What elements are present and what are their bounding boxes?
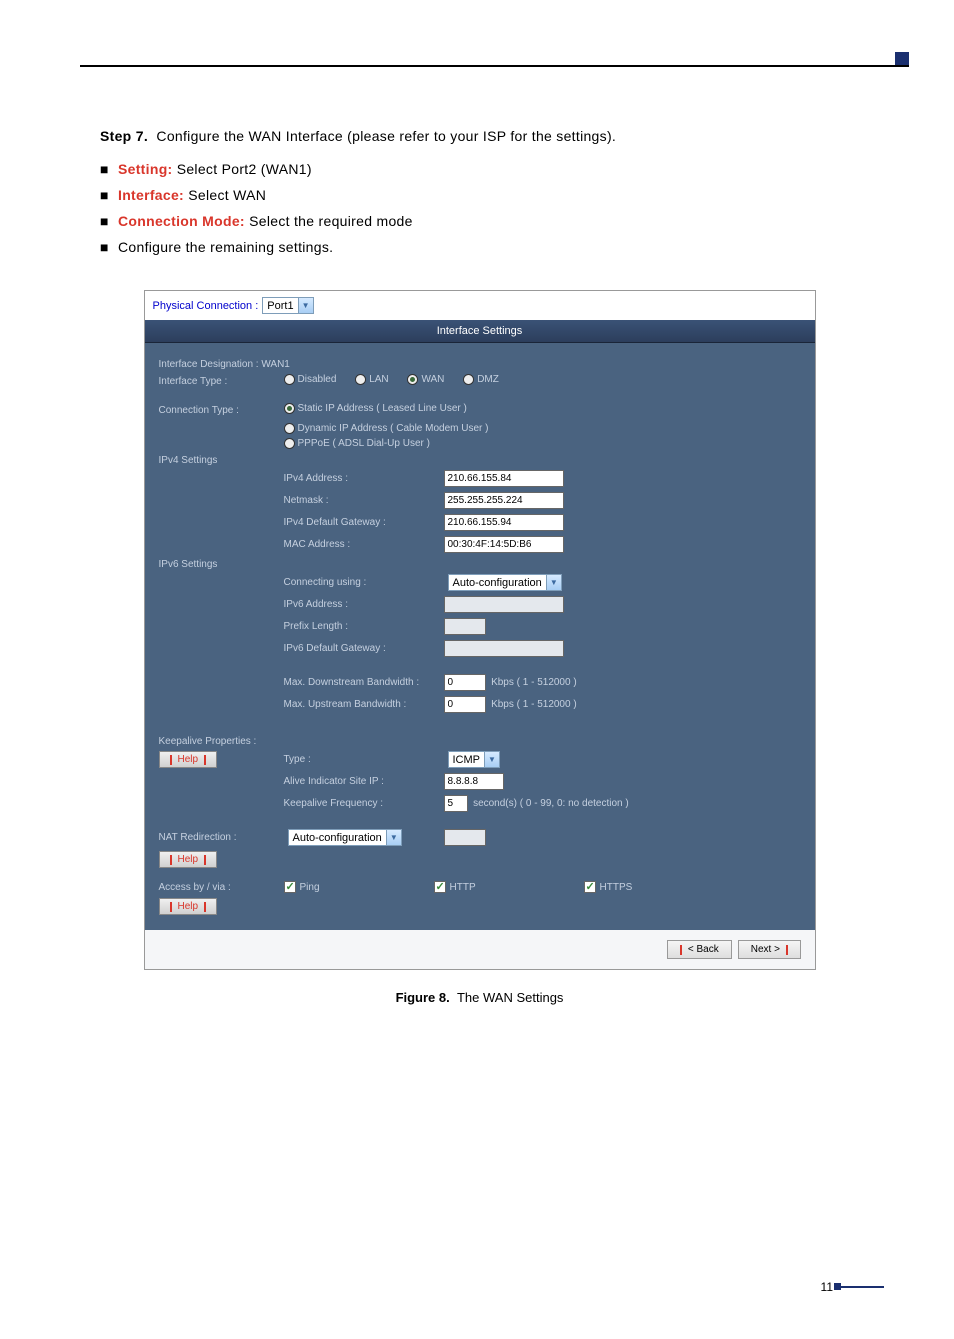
conntype-dynamic[interactable]: Dynamic IP Address ( Cable Modem User ) [284, 423, 801, 434]
access-by-via-label: Access by / via : [159, 882, 284, 893]
keepalive-label: Keepalive Properties : [159, 736, 801, 747]
interface-settings-header: Interface Settings [145, 320, 815, 343]
ipv6-connecting-select[interactable]: Auto-configuration ▼ [448, 574, 562, 591]
conntype-pppoe[interactable]: PPPoE ( ADSL Dial-Up User ) [284, 438, 801, 449]
downstream-bw-input[interactable] [444, 674, 486, 691]
prefix-length-input[interactable] [444, 618, 486, 635]
iftype-dmz[interactable]: DMZ [463, 374, 499, 385]
next-button[interactable]: Next > [738, 940, 801, 959]
upstream-bw-label: Max. Upstream Bandwidth : [284, 699, 444, 710]
keepalive-freq-label: Keepalive Frequency : [284, 798, 444, 809]
nat-value-input[interactable] [444, 829, 486, 846]
ipv6-address-input[interactable] [444, 596, 564, 613]
chevron-down-icon: ▼ [298, 298, 313, 313]
ipv4-gateway-label: IPv4 Default Gateway : [284, 517, 444, 528]
access-ping[interactable]: Ping [284, 881, 434, 893]
nat-redirection-label: NAT Redirection : [159, 832, 284, 843]
chevron-down-icon: ▼ [546, 575, 561, 590]
interface-designation: Interface Designation : WAN1 [159, 359, 801, 370]
ipv4-gateway-input[interactable] [444, 514, 564, 531]
bullet-remaining: ■Configure the remaining settings. [100, 239, 859, 255]
mac-address-label: MAC Address : [284, 539, 444, 550]
keepalive-type-select[interactable]: ICMP ▼ [448, 751, 501, 768]
page-number: 11 [821, 1280, 884, 1294]
help-button-keepalive[interactable]: Help [159, 751, 218, 768]
bullet-connection-mode: ■Connection Mode: Select the required mo… [100, 213, 859, 229]
bullet-interface: ■Interface: Select WAN [100, 187, 859, 203]
nat-redirection-select[interactable]: Auto-configuration ▼ [288, 829, 402, 846]
alive-ip-input[interactable] [444, 773, 504, 790]
physical-connection-label: Physical Connection : [153, 300, 259, 312]
ipv4-settings-label: IPv4 Settings [159, 455, 801, 466]
ipv6-gateway-label: IPv6 Default Gateway : [284, 643, 444, 654]
help-button-access[interactable]: Help [159, 898, 218, 915]
connection-type-label: Connection Type : [159, 405, 284, 416]
interface-settings-screenshot: Physical Connection : Port1 ▼ Interface … [144, 290, 816, 970]
chevron-down-icon: ▼ [386, 830, 401, 845]
downstream-bw-label: Max. Downstream Bandwidth : [284, 677, 444, 688]
physical-connection-select[interactable]: Port1 ▼ [262, 297, 313, 314]
prefix-length-label: Prefix Length : [284, 621, 444, 632]
ipv6-gateway-input[interactable] [444, 640, 564, 657]
iftype-wan[interactable]: WAN [407, 374, 444, 385]
ipv6-connecting-label: Connecting using : [284, 577, 444, 588]
mac-address-input[interactable] [444, 536, 564, 553]
netmask-label: Netmask : [284, 495, 444, 506]
access-https[interactable]: HTTPS [584, 881, 734, 893]
bullet-setting: ■Setting: Select Port2 (WAN1) [100, 161, 859, 177]
ipv6-address-label: IPv6 Address : [284, 599, 444, 610]
iftype-lan[interactable]: LAN [355, 374, 388, 385]
help-button-nat[interactable]: Help [159, 851, 218, 868]
netmask-input[interactable] [444, 492, 564, 509]
step-7-text: Step 7. Configure the WAN Interface (ple… [100, 125, 859, 147]
alive-ip-label: Alive Indicator Site IP : [284, 776, 444, 787]
interface-type-label: Interface Type : [159, 376, 284, 387]
ipv6-settings-label: IPv6 Settings [159, 559, 801, 570]
keepalive-type-label: Type : [284, 754, 444, 765]
iftype-disabled[interactable]: Disabled [284, 374, 337, 385]
back-button[interactable]: < Back [667, 940, 731, 959]
figure-caption: Figure 8. The WAN Settings [100, 990, 859, 1005]
upstream-bw-input[interactable] [444, 696, 486, 713]
ipv4-address-label: IPv4 Address : [284, 473, 444, 484]
access-http[interactable]: HTTP [434, 881, 584, 893]
chevron-down-icon: ▼ [484, 752, 499, 767]
keepalive-freq-input[interactable] [444, 795, 468, 812]
conntype-static[interactable]: Static IP Address ( Leased Line User ) [284, 403, 467, 414]
ipv4-address-input[interactable] [444, 470, 564, 487]
